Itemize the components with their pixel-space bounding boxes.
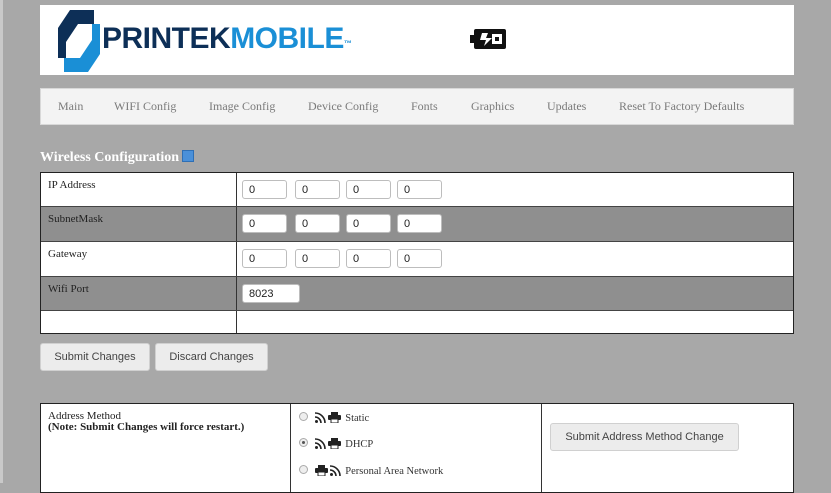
table-row-empty xyxy=(41,311,793,333)
ip-address-octet-2[interactable]: 0 xyxy=(295,180,340,199)
table-row-wifi-port: Wifi Port 8023 xyxy=(41,277,793,311)
subnet-mask-octet-4[interactable]: 0 xyxy=(397,214,442,233)
brand-wordmark-printek: PRINTEK xyxy=(102,22,231,55)
table-row-gateway: Gateway 0 0 0 0 xyxy=(41,242,793,277)
address-method-note-text: (Note: Submit Changes will force restart… xyxy=(48,421,245,433)
wifi-signal-icon xyxy=(329,465,341,476)
nav-item-graphics[interactable]: Graphics xyxy=(471,99,514,114)
address-option-dhcp[interactable]: DHCP xyxy=(299,438,373,450)
wifi-signal-icon xyxy=(314,438,326,449)
option-personal-area-network-label: Personal Area Network xyxy=(345,466,444,477)
submit-address-method-button[interactable]: Submit Address Method Change xyxy=(550,423,739,451)
printer-icon xyxy=(327,438,341,449)
battery-charging-icon xyxy=(470,29,506,49)
wifi-signal-icon xyxy=(314,412,326,423)
subnet-mask-octet-1[interactable]: 0 xyxy=(242,214,287,233)
subnet-mask-label: SubnetMask xyxy=(48,213,103,225)
trademark-symbol: ™ xyxy=(343,39,352,48)
gateway-octet-4[interactable]: 0 xyxy=(397,249,442,268)
nav-item-reset-factory-defaults[interactable]: Reset To Factory Defaults xyxy=(619,99,744,114)
gateway-octet-1[interactable]: 0 xyxy=(242,249,287,268)
wifi-port-input[interactable]: 8023 xyxy=(242,284,300,303)
discard-changes-button[interactable]: Discard Changes xyxy=(155,343,268,371)
ip-address-label: IP Address xyxy=(48,179,96,191)
option-static-label: Static xyxy=(345,413,370,424)
ip-address-octet-1[interactable]: 0 xyxy=(242,180,287,199)
brand-wordmark-mobile: MOBILE xyxy=(230,22,344,55)
ip-address-octet-3[interactable]: 0 xyxy=(346,180,391,199)
brand-header: PRINTEKMOBILE™ xyxy=(40,5,794,75)
address-method-table: Address Method (Note: Submit Changes wil… xyxy=(40,403,794,493)
help-book-icon[interactable] xyxy=(182,150,195,162)
address-option-static[interactable]: Static xyxy=(299,412,369,424)
gateway-octet-3[interactable]: 0 xyxy=(346,249,391,268)
table-row-subnet-mask: SubnetMask 0 0 0 0 xyxy=(41,207,793,242)
nav-item-image-config[interactable]: Image Config xyxy=(209,99,275,114)
section-title-text: Wireless Configuration xyxy=(40,150,180,165)
printer-icon xyxy=(327,412,341,423)
printer-icon xyxy=(314,465,328,476)
address-method-note: (Note: Submit Changes will force restart… xyxy=(48,422,244,433)
nav-item-fonts[interactable]: Fonts xyxy=(411,99,438,114)
printek-logo-icon xyxy=(58,10,100,72)
nav-item-updates[interactable]: Updates xyxy=(547,99,586,114)
radio-static[interactable] xyxy=(299,412,308,421)
left-frame-border xyxy=(0,0,3,483)
wifi-port-label: Wifi Port xyxy=(48,283,89,295)
address-option-personal-area-network[interactable]: Personal Area Network xyxy=(299,465,443,477)
section-title-wireless: Wireless Configuration xyxy=(40,150,195,166)
nav-item-main[interactable]: Main xyxy=(58,99,83,114)
submit-changes-button[interactable]: Submit Changes xyxy=(40,343,150,371)
ip-address-octet-4[interactable]: 0 xyxy=(397,180,442,199)
brand-wordmark: PRINTEKMOBILE™ xyxy=(102,21,352,57)
radio-personal-area-network[interactable] xyxy=(299,465,308,474)
nav-item-wifi-config[interactable]: WIFI Config xyxy=(114,99,176,114)
table-row-ip-address: IP Address 0 0 0 0 xyxy=(41,173,793,207)
gateway-octet-2[interactable]: 0 xyxy=(295,249,340,268)
main-navigation: Main WIFI Config Image Config Device Con… xyxy=(40,88,794,125)
subnet-mask-octet-3[interactable]: 0 xyxy=(346,214,391,233)
nav-item-device-config[interactable]: Device Config xyxy=(308,99,378,114)
subnet-mask-octet-2[interactable]: 0 xyxy=(295,214,340,233)
option-dhcp-label: DHCP xyxy=(345,439,374,450)
radio-dhcp[interactable] xyxy=(299,438,308,447)
gateway-label: Gateway xyxy=(48,248,88,260)
wireless-config-table: IP Address 0 0 0 0 SubnetMask 0 0 0 0 Ga… xyxy=(40,172,794,334)
address-method-label: Address Method (Note: Submit Changes wil… xyxy=(48,411,244,433)
